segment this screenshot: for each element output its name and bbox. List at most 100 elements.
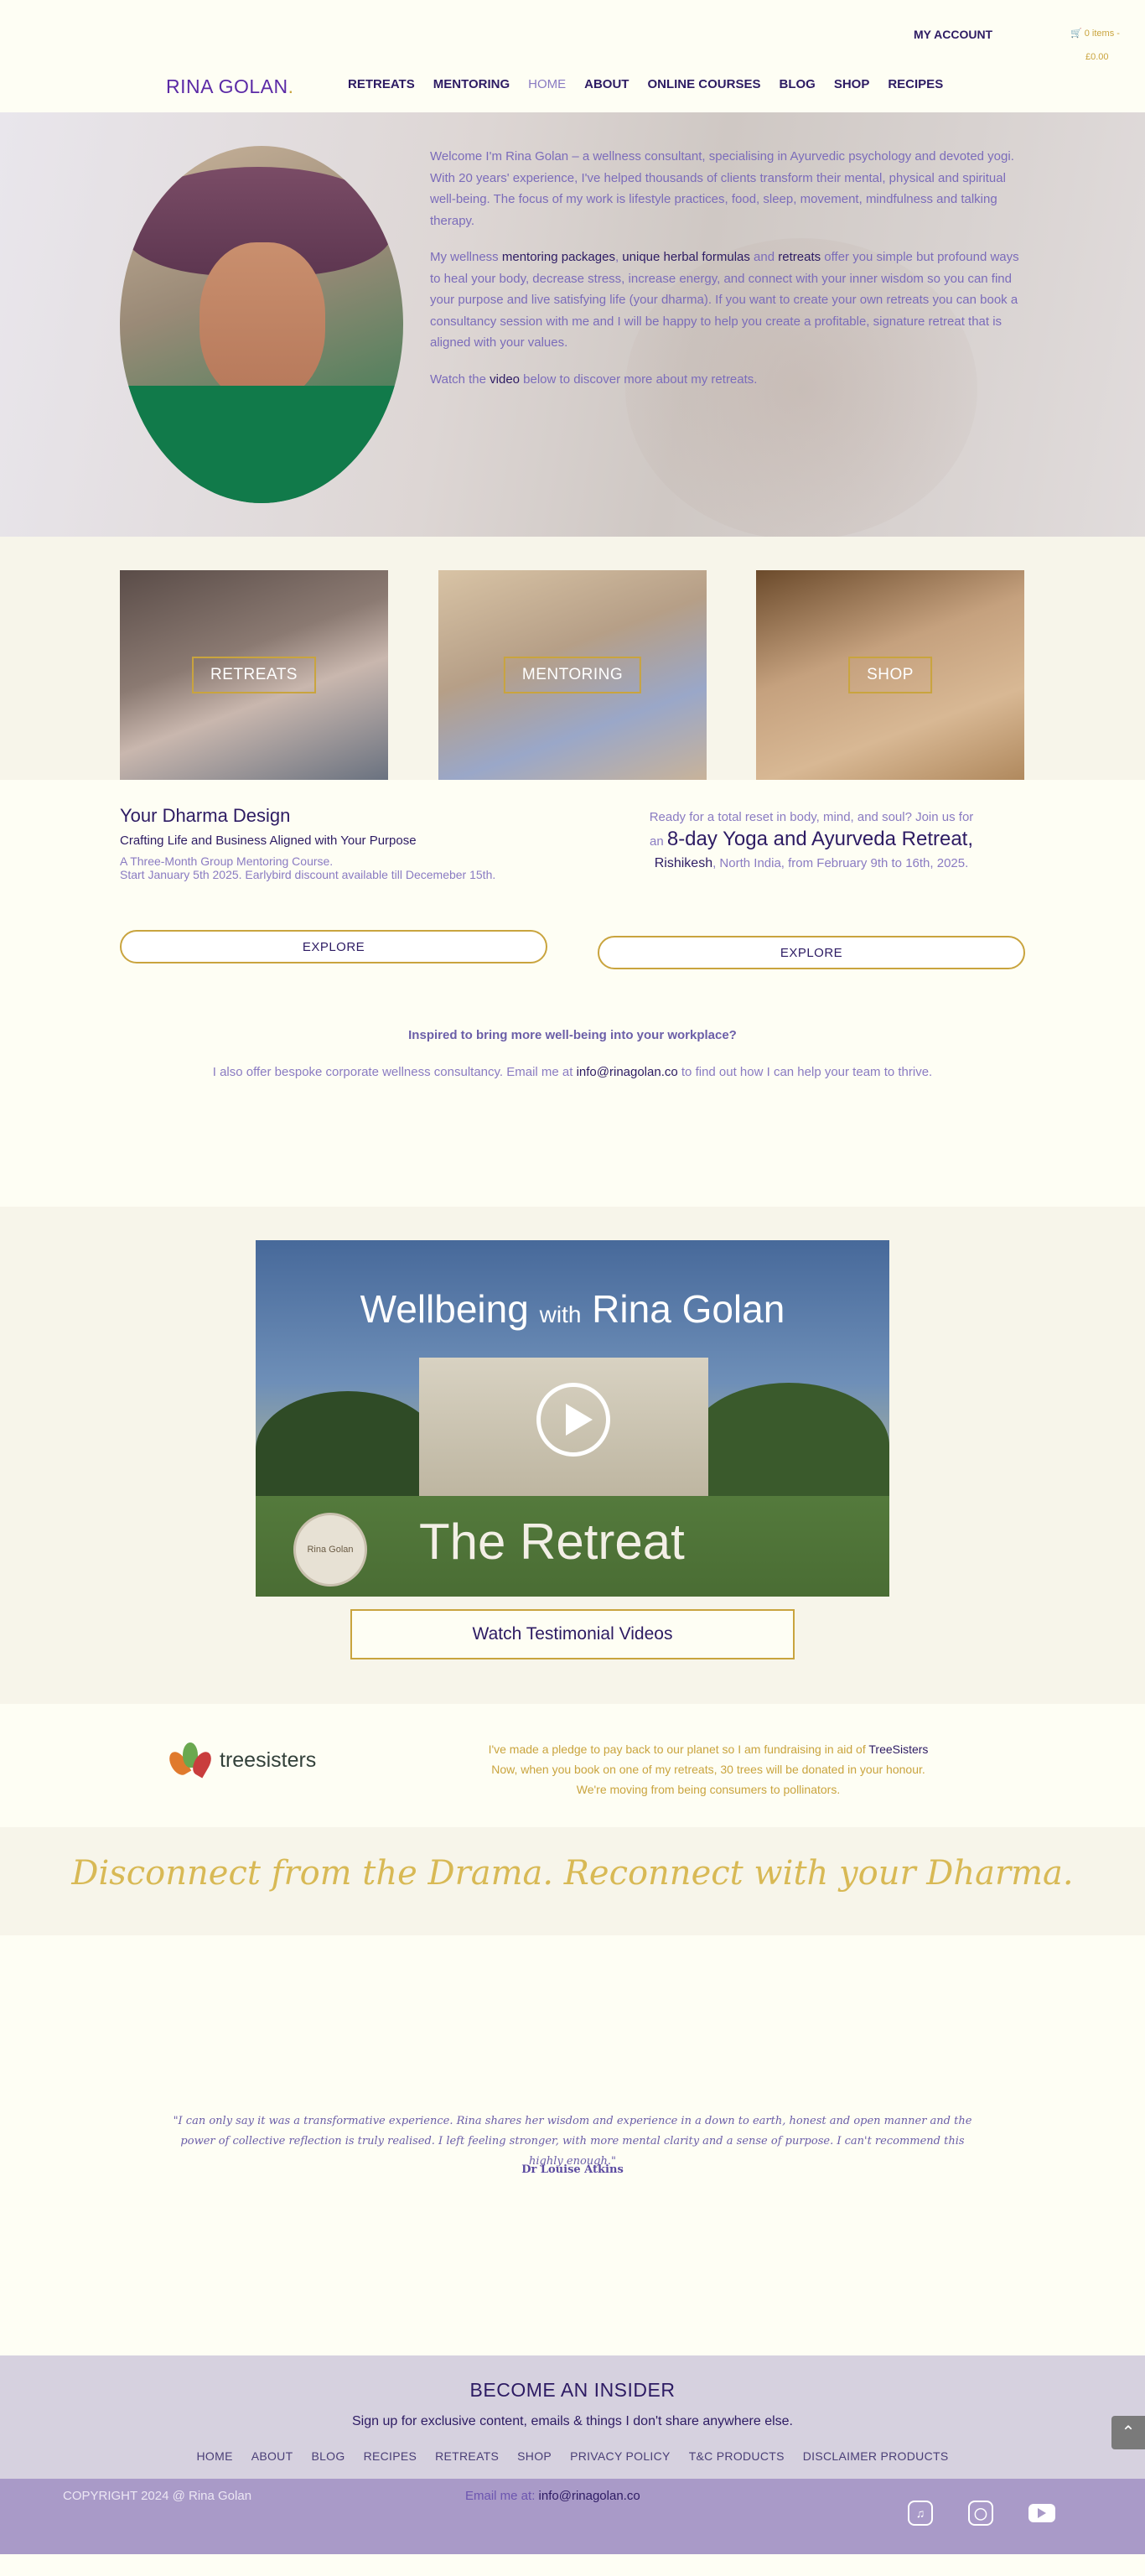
hero-paragraph-1: Welcome I'm Rina Golan – a wellness cons… xyxy=(430,149,1014,228)
cart-link[interactable]: 🛒 0 items - xyxy=(1070,28,1120,39)
explore-retreat-button[interactable]: EXPLORE xyxy=(598,936,1025,969)
nav-shop[interactable]: SHOP xyxy=(834,77,870,91)
nav-blog[interactable]: BLOG xyxy=(779,77,815,91)
nav-about[interactable]: ABOUT xyxy=(584,77,629,91)
retreat-promo-line-3: Rishikesh, North India, from February 9t… xyxy=(598,853,1025,875)
mentoring-card-label: MENTORING xyxy=(503,657,642,693)
nav-retreats[interactable]: RETREATS xyxy=(348,77,415,91)
tiktok-icon[interactable]: ♫ xyxy=(908,2501,933,2526)
dharma-design-desc-1: A Three-Month Group Mentoring Course. xyxy=(120,854,334,868)
video-title: Wellbeing with Rina Golan xyxy=(256,1286,889,1332)
retreat-promo-line-2: an 8-day Yoga and Ayurveda Retreat, xyxy=(598,828,1025,853)
hero-paragraph-3: Watch the video below to discover more a… xyxy=(430,369,1025,391)
testimonial-section: "I can only say it was a transformative … xyxy=(0,1935,1145,2355)
text: with xyxy=(539,1301,582,1327)
tagline-text: Disconnect from the Drama. Reconnect wit… xyxy=(71,1854,1074,1893)
explore-dharma-button[interactable]: EXPLORE xyxy=(120,930,547,963)
video-link[interactable]: video xyxy=(490,372,520,387)
play-icon[interactable] xyxy=(536,1383,610,1457)
youtube-icon[interactable] xyxy=(1028,2504,1055,2522)
pledge-line-2: Now, when you book on one of my retreats… xyxy=(491,1763,925,1776)
site-logo[interactable]: RINA GOLAN. xyxy=(166,75,294,98)
dharma-design-title: Your Dharma Design xyxy=(120,805,291,826)
hero-paragraph-2: My wellness mentoring packages, unique h… xyxy=(430,247,1025,354)
my-account-link[interactable]: MY ACCOUNT xyxy=(914,28,992,41)
footer-link-blog[interactable]: BLOG xyxy=(311,2449,345,2463)
retreat-place: Rishikesh xyxy=(654,856,713,870)
link-text: info@rinagolan.co xyxy=(576,1065,678,1079)
corporate-section: Inspired to bring more well-being into y… xyxy=(0,993,1145,1207)
text: and xyxy=(749,250,779,264)
nav-recipes[interactable]: RECIPES xyxy=(888,77,943,91)
footer-link-disclaimer[interactable]: DISCLAIMER PRODUCTS xyxy=(803,2449,949,2463)
retreat-promo-title: 8-day Yoga and Ayurveda Retreat, xyxy=(666,828,974,850)
retreat-promo-block: Ready for a total reset in body, mind, a… xyxy=(598,807,1025,875)
link-text: info@rinagolan.co xyxy=(538,2489,640,2503)
retreat-seal: Rina Golan xyxy=(293,1513,367,1587)
link-text: video xyxy=(490,371,520,387)
main-nav: RETREATS MENTORING HOME ABOUT ONLINE COU… xyxy=(348,77,943,91)
chevron-up-icon: ⌃ xyxy=(1121,2423,1136,2442)
logo-dot: . xyxy=(288,75,294,97)
mentoring-packages-link[interactable]: mentoring packages xyxy=(502,250,615,264)
hero-section: Welcome I'm Rina Golan – a wellness cons… xyxy=(0,112,1145,540)
treesisters-link[interactable]: TreeSisters xyxy=(868,1742,928,1756)
treesisters-logo[interactable]: treesisters xyxy=(165,1739,317,1781)
trees-right xyxy=(688,1383,889,1509)
shop-card-label: SHOP xyxy=(848,657,932,693)
category-cards: RETREATS MENTORING SHOP xyxy=(0,537,1145,780)
shirt-shape xyxy=(120,386,403,503)
nav-home[interactable]: HOME xyxy=(528,77,566,91)
text: below to discover more about my retreats… xyxy=(520,371,758,387)
nav-mentoring[interactable]: MENTORING xyxy=(433,77,510,91)
text: Watch the xyxy=(430,371,490,387)
shop-card[interactable]: SHOP xyxy=(756,570,1024,780)
back-to-top-button[interactable]: ⌃ xyxy=(1111,2416,1145,2449)
logo-text: RINA GOLAN xyxy=(166,75,288,97)
social-links: ♫ ◯ xyxy=(908,2501,1055,2526)
treesisters-pledge: I've made a pledge to pay back to our pl… xyxy=(402,1739,1014,1800)
footer-email: Email me at: info@rinagolan.co xyxy=(465,2489,640,2503)
footer-link-privacy[interactable]: PRIVACY POLICY xyxy=(570,2449,671,2463)
herbal-formulas-link[interactable]: unique herbal formulas xyxy=(622,250,750,264)
text: , North India, from February 9th to 16th… xyxy=(712,856,969,870)
retreats-card[interactable]: RETREATS xyxy=(120,570,388,780)
dharma-design-block: Your Dharma Design Crafting Life and Bus… xyxy=(120,805,539,881)
text: an xyxy=(649,834,667,849)
footer-link-retreats[interactable]: RETREATS xyxy=(435,2449,499,2463)
tagline-section: Disconnect from the Drama. Reconnect wit… xyxy=(0,1827,1145,1935)
footer-link-shop[interactable]: SHOP xyxy=(517,2449,552,2463)
footer-link-tc-products[interactable]: T&C PRODUCTS xyxy=(689,2449,785,2463)
treesisters-wordmark: treesisters xyxy=(220,1748,317,1772)
nav-online-courses[interactable]: ONLINE COURSES xyxy=(647,77,760,91)
link-text: mentoring packages xyxy=(501,250,615,264)
watch-testimonials-button[interactable]: Watch Testimonial Videos xyxy=(350,1609,795,1659)
text: Email me at: xyxy=(465,2489,539,2503)
dharma-design-desc-2: Start January 5th 2025. Earlybird discou… xyxy=(120,868,496,881)
video-subtitle: The Retreat xyxy=(419,1514,685,1570)
link-text: TreeSisters xyxy=(868,1742,929,1756)
site-footer: COPYRIGHT 2024 @ Rina Golan Email me at:… xyxy=(0,2479,1145,2554)
trees-left xyxy=(256,1391,440,1509)
instagram-icon[interactable]: ◯ xyxy=(968,2501,993,2526)
footer-email-link[interactable]: info@rinagolan.co xyxy=(539,2489,640,2503)
text: Wellbeing xyxy=(360,1287,540,1331)
text: I've made a pledge to pay back to our pl… xyxy=(488,1742,869,1756)
programs-section: Your Dharma Design Crafting Life and Bus… xyxy=(0,780,1145,993)
footer-link-about[interactable]: ABOUT xyxy=(251,2449,293,2463)
testimonial-author: Dr Louise Atkins xyxy=(521,2163,624,2176)
mentoring-card[interactable]: MENTORING xyxy=(438,570,707,780)
corporate-email-link[interactable]: info@rinagolan.co xyxy=(577,1065,678,1079)
treesisters-section: treesisters I've made a pledge to pay ba… xyxy=(0,1704,1145,1827)
treesisters-leaf-icon xyxy=(165,1739,215,1781)
retreat-video[interactable]: Wellbeing with Rina Golan Rina Golan The… xyxy=(256,1240,889,1597)
retreats-card-label: RETREATS xyxy=(192,657,316,693)
link-text: unique herbal formulas xyxy=(622,250,750,264)
copyright-text: COPYRIGHT 2024 @ Rina Golan xyxy=(63,2489,252,2503)
corporate-title: Inspired to bring more well-being into y… xyxy=(408,1028,737,1042)
footer-link-home[interactable]: HOME xyxy=(197,2449,233,2463)
corporate-text: I also offer bespoke corporate wellness … xyxy=(184,1062,961,1083)
retreats-link[interactable]: retreats xyxy=(778,250,821,264)
text: I also offer bespoke corporate wellness … xyxy=(212,1065,577,1079)
footer-link-recipes[interactable]: RECIPES xyxy=(364,2449,417,2463)
